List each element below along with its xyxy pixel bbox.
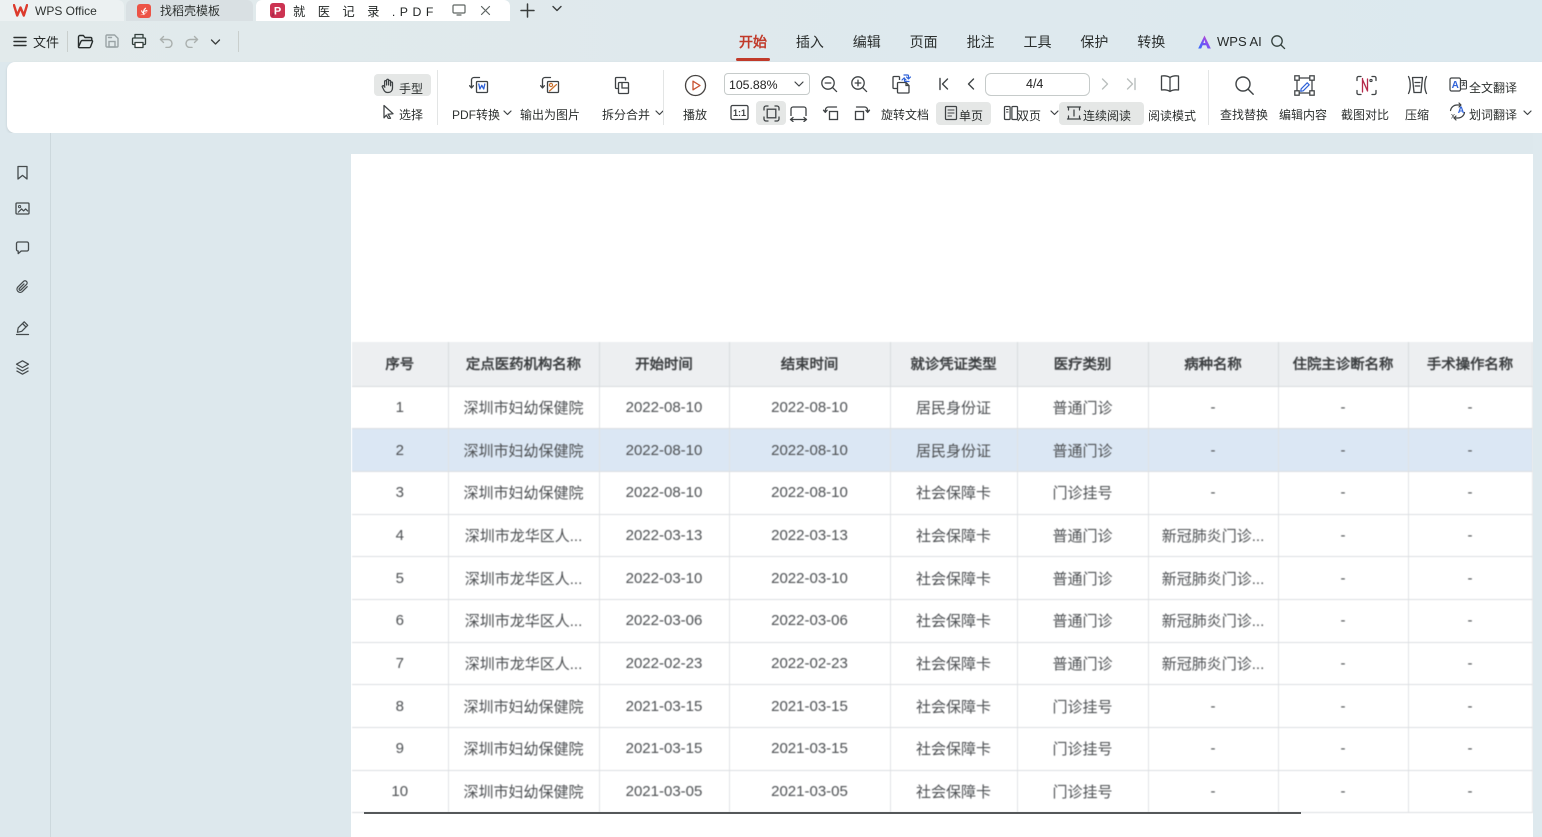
svg-text:P: P bbox=[274, 6, 281, 18]
svg-text:A: A bbox=[1452, 80, 1459, 91]
svg-text:1:1: 1:1 bbox=[733, 108, 746, 118]
svg-text:A: A bbox=[1458, 105, 1465, 115]
svg-text:x: x bbox=[1451, 112, 1455, 121]
